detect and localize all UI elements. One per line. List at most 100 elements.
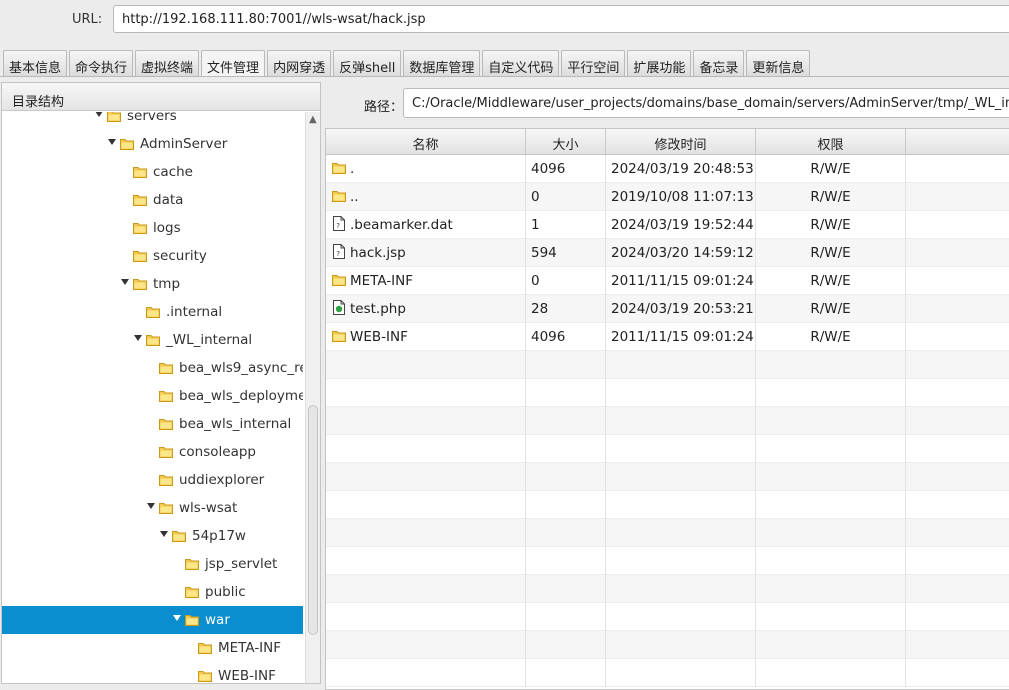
empty-cell xyxy=(906,239,1009,267)
file-modified: 2024/03/19 20:48:53 xyxy=(606,155,756,183)
file-row[interactable]: test.php 28 2024/03/19 20:53:21 R/W/E xyxy=(326,295,1009,323)
tree-item[interactable]: WEB-INF xyxy=(2,662,303,683)
scroll-up-icon[interactable]: ▲ xyxy=(309,114,317,125)
tree-item[interactable]: AdminServer xyxy=(2,130,303,158)
tree-item[interactable]: META-INF xyxy=(2,634,303,662)
tree-item[interactable]: bea_wls_internal xyxy=(2,410,303,438)
tab-3[interactable]: 虚拟终端 xyxy=(135,50,200,76)
folder-icon xyxy=(159,391,173,402)
expand-arrow-icon[interactable] xyxy=(147,503,155,509)
empty-cell xyxy=(606,379,756,407)
empty-cell xyxy=(326,407,526,435)
empty-cell xyxy=(326,547,526,575)
file-row[interactable]: ? hack.jsp 594 2024/03/20 14:59:12 R/W/E xyxy=(326,239,1009,267)
tree-item[interactable]: war xyxy=(2,606,303,634)
expand-arrow-icon[interactable] xyxy=(160,531,168,537)
empty-cell xyxy=(906,631,1009,659)
tab-6[interactable]: 反弹shell xyxy=(333,50,402,76)
tree-scrollbar[interactable]: ▲ xyxy=(305,112,320,683)
directory-tree[interactable]: servers AdminServer cache data logs security t… xyxy=(2,112,303,683)
tab-9[interactable]: 平行空间 xyxy=(561,50,626,76)
expand-arrow-icon[interactable] xyxy=(134,335,142,341)
empty-cell xyxy=(906,407,1009,435)
folder-icon xyxy=(159,475,173,486)
empty-cell xyxy=(526,547,606,575)
column-header[interactable]: 修改时间 xyxy=(606,129,756,154)
tree-item[interactable]: data xyxy=(2,186,303,214)
tab-5[interactable]: 内网穿透 xyxy=(267,50,332,76)
tree-item[interactable]: tmp xyxy=(2,270,303,298)
tree-item[interactable]: bea_wls9_async_response xyxy=(2,354,303,382)
tree-item[interactable]: uddiexplorer xyxy=(2,466,303,494)
tab-2[interactable]: 命令执行 xyxy=(69,50,134,76)
tree-item[interactable]: public xyxy=(2,578,303,606)
file-size: 0 xyxy=(526,183,606,211)
column-header[interactable] xyxy=(906,129,1009,154)
url-input[interactable]: http://192.168.111.80:7001//wls-wsat/hac… xyxy=(113,5,1009,33)
tree-item[interactable]: _WL_internal xyxy=(2,326,303,354)
file-row[interactable]: . 4096 2024/03/19 20:48:53 R/W/E xyxy=(326,155,1009,183)
file-name: test.php xyxy=(350,301,406,317)
tree-item[interactable]: 54p17w xyxy=(2,522,303,550)
file-row[interactable]: ? .beamarker.dat 1 2024/03/19 19:52:44 R/W/E xyxy=(326,211,1009,239)
file-size: 28 xyxy=(526,295,606,323)
expand-arrow-icon[interactable] xyxy=(121,279,129,285)
file-name: hack.jsp xyxy=(350,245,406,261)
empty-cell xyxy=(526,407,606,435)
tree-item[interactable]: servers xyxy=(2,112,303,130)
empty-cell xyxy=(756,659,906,687)
tree-item[interactable]: .internal xyxy=(2,298,303,326)
file-row[interactable]: META-INF 0 2011/11/15 09:01:24 R/W/E xyxy=(326,267,1009,295)
tree-item-label: bea_wls_deployment_internal xyxy=(179,388,303,404)
tab-11[interactable]: 备忘录 xyxy=(693,50,745,76)
path-input[interactable]: C:/Oracle/Middleware/user_projects/domai… xyxy=(403,88,1009,118)
expand-arrow-icon[interactable] xyxy=(108,139,116,145)
folder-icon xyxy=(133,195,147,206)
folder-icon xyxy=(185,559,199,570)
empty-cell xyxy=(526,379,606,407)
empty-row xyxy=(326,659,1009,687)
empty-row xyxy=(326,435,1009,463)
file-permission: R/W/E xyxy=(756,295,906,323)
file-name-cell: META-INF xyxy=(326,267,526,295)
file-size: 4096 xyxy=(526,323,606,351)
tab-12[interactable]: 更新信息 xyxy=(746,50,811,76)
empty-cell xyxy=(326,435,526,463)
folder-icon xyxy=(198,643,212,654)
file-row[interactable]: .. 0 2019/10/08 11:07:13 R/W/E xyxy=(326,183,1009,211)
empty-cell xyxy=(756,435,906,463)
column-header[interactable]: 权限 xyxy=(756,129,906,154)
tab-8[interactable]: 自定义代码 xyxy=(482,50,560,76)
tab-10[interactable]: 扩展功能 xyxy=(627,50,692,76)
folder-icon xyxy=(185,615,199,626)
file-modified: 2024/03/20 14:59:12 xyxy=(606,239,756,267)
tree-item[interactable]: bea_wls_deployment_internal xyxy=(2,382,303,410)
tree-item[interactable]: cache xyxy=(2,158,303,186)
tree-item[interactable]: jsp_servlet xyxy=(2,550,303,578)
file-name: . xyxy=(350,161,355,177)
tree-item-label: war xyxy=(205,612,230,628)
file-row[interactable]: WEB-INF 4096 2011/11/15 09:01:24 R/W/E xyxy=(326,323,1009,351)
empty-cell xyxy=(326,351,526,379)
empty-row xyxy=(326,351,1009,379)
empty-cell xyxy=(526,351,606,379)
expand-arrow-icon[interactable] xyxy=(173,615,181,621)
empty-cell xyxy=(526,603,606,631)
tab-7[interactable]: 数据库管理 xyxy=(403,50,481,76)
tree-item[interactable]: logs xyxy=(2,214,303,242)
tab-1[interactable]: 基本信息 xyxy=(3,50,68,76)
tree-item[interactable]: wls-wsat xyxy=(2,494,303,522)
column-header[interactable]: 名称 xyxy=(326,129,526,154)
column-header[interactable]: 大小 xyxy=(526,129,606,154)
tab-4[interactable]: 文件管理 xyxy=(201,50,266,77)
expand-arrow-icon[interactable] xyxy=(95,112,103,117)
file-name-cell: WEB-INF xyxy=(326,323,526,351)
tree-item-label: cache xyxy=(153,164,193,180)
folder-icon xyxy=(332,275,346,286)
empty-cell xyxy=(606,463,756,491)
tree-item[interactable]: security xyxy=(2,242,303,270)
empty-row xyxy=(326,463,1009,491)
tree-item[interactable]: consoleapp xyxy=(2,438,303,466)
tree-item-label: consoleapp xyxy=(179,444,256,460)
tree-scroll-thumb[interactable] xyxy=(308,405,318,635)
